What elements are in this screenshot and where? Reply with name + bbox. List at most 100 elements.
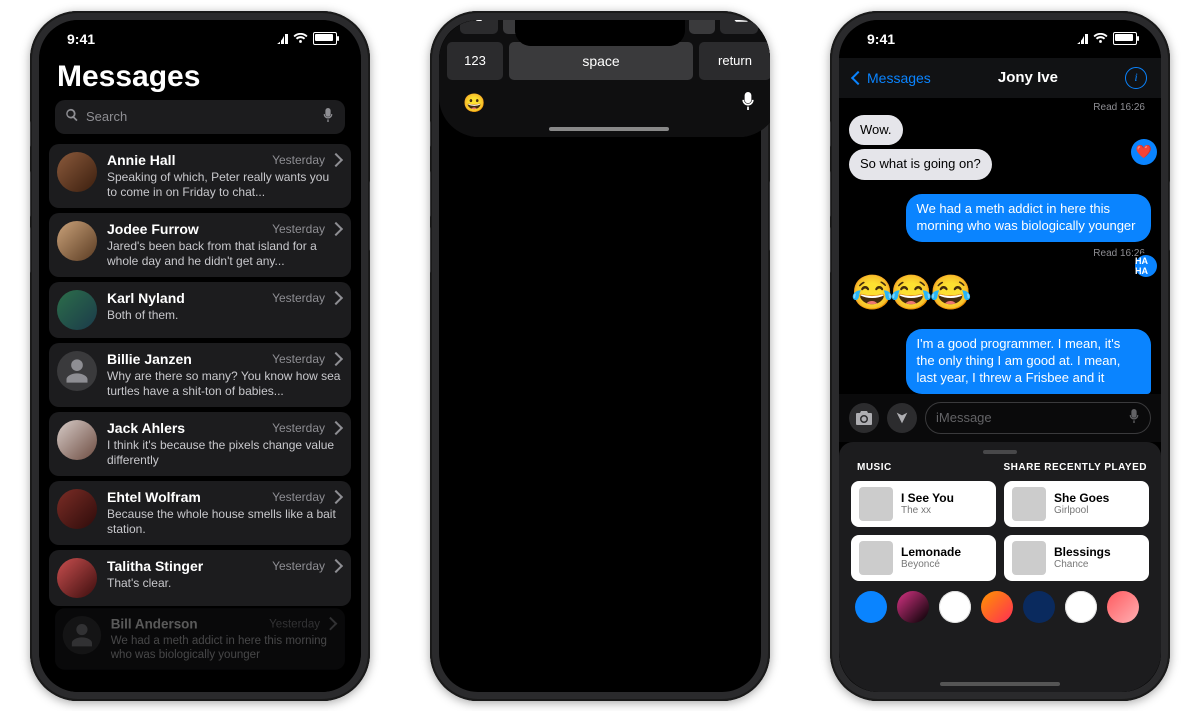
chevron-right-icon — [329, 489, 343, 503]
drawer-handle[interactable] — [983, 450, 1017, 454]
home-indicator[interactable] — [549, 127, 669, 131]
timestamp: Yesterday — [272, 490, 325, 504]
phone-conversation: 9:41 Messages Jony Ive i Read 16:26 Wow. — [830, 11, 1170, 701]
album-art — [1012, 487, 1046, 521]
timestamp: Yesterday — [269, 616, 320, 629]
search-placeholder: Search — [86, 109, 314, 124]
avatar — [63, 615, 101, 653]
tray-app-icon[interactable] — [1023, 591, 1055, 623]
phone-new-message: 9:41 New Message Cancel To: + — [430, 11, 770, 701]
notch — [115, 20, 285, 46]
battery-icon — [1113, 32, 1137, 45]
timestamp: Yesterday — [272, 421, 325, 435]
contact-name: Talitha Stinger — [107, 558, 266, 574]
tray-app-icon[interactable] — [981, 591, 1013, 623]
dictate-icon[interactable] — [321, 108, 335, 125]
message-placeholder: iMessage — [936, 410, 992, 425]
reaction-love-icon[interactable]: ❤️ — [1131, 139, 1157, 165]
incoming-emoji[interactable]: 😂😂😂 — [849, 267, 971, 319]
contact-name: Jodee Furrow — [107, 221, 266, 237]
timestamp: Yesterday — [272, 222, 325, 236]
read-receipt: Read 16:26 — [849, 246, 1151, 259]
back-button[interactable]: Messages — [853, 70, 931, 86]
outgoing-message[interactable]: We had a meth addict in here this mornin… — [906, 194, 1151, 242]
dictate-icon[interactable] — [1128, 409, 1140, 426]
search-input[interactable]: Search — [55, 100, 345, 134]
app-drawer[interactable]: MUSIC SHARE RECENTLY PLAYED I See YouThe… — [839, 442, 1161, 692]
app-tray[interactable] — [851, 581, 1149, 625]
battery-icon — [313, 32, 337, 45]
message-preview: That's clear. — [107, 576, 341, 591]
incoming-message[interactable]: So what is going on? — [849, 149, 992, 180]
key-backspace[interactable] — [720, 20, 758, 34]
tray-app-icon[interactable] — [1107, 591, 1139, 623]
conversation-row[interactable]: Jack AhlersYesterdayI think it's because… — [49, 412, 351, 476]
contact-name: Bill Anderson — [111, 615, 264, 630]
conversation-row[interactable]: Billie JanzenYesterdayWhy are there so m… — [49, 343, 351, 407]
incoming-message[interactable]: Wow. — [849, 115, 903, 146]
timestamp: Yesterday — [272, 559, 325, 573]
message-preview: Both of them. — [107, 308, 341, 323]
avatar — [57, 420, 97, 460]
search-icon — [65, 108, 79, 125]
avatar — [57, 221, 97, 261]
drawer-section-label: SHARE RECENTLY PLAYED — [1004, 462, 1148, 473]
timestamp: Yesterday — [272, 352, 325, 366]
key-space[interactable]: space — [509, 42, 693, 80]
contact-name: Ehtel Wolfram — [107, 489, 266, 505]
key-123[interactable]: 123 — [447, 42, 503, 80]
chevron-right-icon — [329, 558, 343, 572]
message-preview: Jared's been back from that island for a… — [107, 239, 341, 269]
tray-app-icon[interactable] — [939, 591, 971, 623]
key-shift[interactable] — [460, 20, 498, 34]
info-button[interactable]: i — [1125, 67, 1147, 89]
avatar — [57, 351, 97, 391]
chevron-right-icon — [329, 152, 343, 166]
music-card[interactable]: BlessingsChance — [1004, 535, 1149, 581]
avatar — [57, 152, 97, 192]
drawer-app-label: MUSIC — [853, 462, 892, 473]
conversation-row[interactable]: Annie HallYesterdaySpeaking of which, Pe… — [49, 144, 351, 208]
dictate-button[interactable] — [741, 92, 755, 115]
camera-button[interactable] — [849, 403, 879, 433]
conversation-row[interactable]: Talitha Stinger Yesterday That's clear. — [49, 550, 351, 606]
conversation-row[interactable]: Karl NylandYesterdayBoth of them. — [49, 282, 351, 338]
avatar — [57, 558, 97, 598]
message-preview: We had a meth addict in here this mornin… — [111, 633, 336, 662]
tray-app-icon[interactable] — [1065, 591, 1097, 623]
conversation-row[interactable]: Ehtel Wolfram Yesterday Because the whole … — [49, 481, 351, 545]
conversation-row[interactable]: Jodee Furrow Yesterday Jared's been back f… — [49, 213, 351, 277]
tray-app-icon[interactable] — [897, 591, 929, 623]
reaction-haha-icon[interactable]: HA HA — [1135, 255, 1157, 277]
music-card[interactable]: LemonadeBeyoncé — [851, 535, 996, 581]
music-card[interactable]: I See YouThe xx — [851, 481, 996, 527]
outgoing-message[interactable]: I'm a good programmer. I mean, it's the … — [906, 329, 1151, 394]
notch — [515, 20, 685, 46]
chevron-left-icon — [851, 70, 865, 84]
avatar — [57, 489, 97, 529]
contact-name: Annie Hall — [107, 152, 266, 168]
album-art — [859, 487, 893, 521]
contact-name[interactable]: Jony Ive — [998, 69, 1058, 86]
chevron-right-icon — [329, 420, 343, 434]
message-preview: Because the whole house smells like a ba… — [107, 507, 341, 537]
chevron-right-icon — [329, 351, 343, 365]
conversation[interactable]: Wow. So what is going on? ❤️ We had a me… — [839, 115, 1161, 394]
key-return[interactable]: return — [699, 42, 770, 80]
conversation-row-faded[interactable]: Bill Anderson Yesterday We had a meth addi… — [55, 608, 345, 669]
album-art — [1012, 541, 1046, 575]
apps-button[interactable] — [887, 403, 917, 433]
stage: 9:41 Messages Search Annie HallYesterday… — [0, 0, 1200, 711]
message-input[interactable]: iMessage — [925, 402, 1151, 434]
wifi-icon — [1093, 33, 1108, 44]
music-card[interactable]: She GoesGirlpool — [1004, 481, 1149, 527]
emoji-button[interactable]: 😀 — [463, 93, 485, 114]
navbar: Messages Jony Ive i — [839, 58, 1161, 98]
contact-name: Billie Janzen — [107, 351, 266, 367]
home-indicator[interactable] — [940, 682, 1060, 686]
contact-name: Jack Ahlers — [107, 420, 266, 436]
timestamp: Yesterday — [272, 153, 325, 167]
key-m[interactable]: m — [689, 20, 715, 34]
tray-app-icon[interactable] — [855, 591, 887, 623]
chevron-right-icon — [324, 616, 338, 630]
